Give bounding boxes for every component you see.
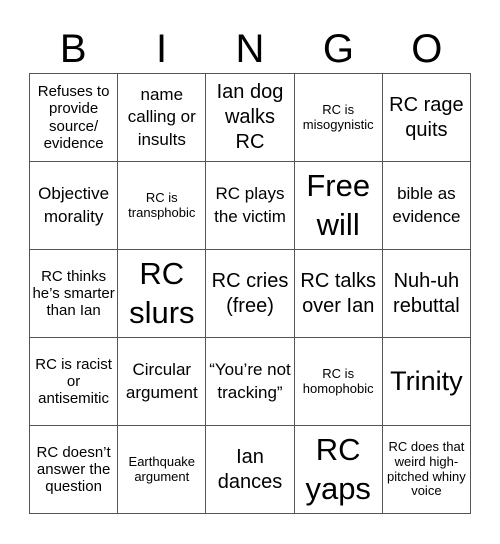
header-letter-i: I	[156, 27, 168, 71]
bingo-cell-r3-c2[interactable]: RC slurs	[118, 250, 207, 338]
bingo-cell-r2-c5[interactable]: bible as evidence	[382, 162, 471, 250]
cell-text: RC cries (free)	[211, 269, 289, 317]
cell-text: name calling or insults	[127, 85, 196, 149]
header-letter-o: O	[411, 27, 443, 71]
cell-text: RC does that weird high-pitched whiny vo…	[387, 438, 466, 499]
cell-text: RC doesn’t answer the question	[36, 443, 111, 496]
cell-text: RC plays the victim	[214, 184, 286, 226]
cell-text: RC thinks he’s smarter than Ian	[32, 267, 115, 320]
bingo-cell-r2-c2[interactable]: RC is transphobic	[118, 162, 207, 250]
bingo-cell-r4-c2[interactable]: Circular argument	[118, 338, 207, 426]
cell-text: Nuh-uh rebuttal	[393, 269, 460, 317]
cell-text: Free will	[306, 167, 371, 242]
bingo-cell-r5-c2[interactable]: Earthquake argument	[118, 426, 207, 514]
cell-text: Circular argument	[125, 360, 198, 402]
bingo-cell-r4-c5[interactable]: Trinity	[382, 338, 471, 426]
header-letter-n: N	[235, 27, 265, 71]
header-letter-b: B	[59, 27, 87, 71]
bingo-cell-r1-c5[interactable]: RC rage quits	[382, 74, 471, 162]
cell-text: RC is homophobic	[302, 365, 374, 396]
bingo-cell-r3-c1[interactable]: RC thinks he’s smarter than Ian	[30, 250, 119, 338]
bingo-cell-r3-c3-free-space[interactable]: RC cries (free)	[206, 250, 295, 338]
bingo-cell-r4-c3[interactable]: “You’re not tracking”	[206, 338, 295, 426]
bingo-cell-r5-c5[interactable]: RC does that weird high-pitched whiny vo…	[382, 426, 471, 514]
cell-text: RC is misogynistic	[302, 101, 374, 132]
cell-text: Earthquake argument	[128, 453, 196, 484]
bingo-cell-r2-c1[interactable]: Objective morality	[30, 162, 119, 250]
bingo-header: B I N G O	[29, 24, 471, 74]
bingo-cell-r4-c1[interactable]: RC is racist or antisemitic	[30, 338, 119, 426]
cell-text: RC is racist or antisemitic	[35, 355, 112, 408]
cell-text: Trinity	[390, 365, 463, 396]
bingo-cell-r1-c2[interactable]: name calling or insults	[118, 74, 207, 162]
bingo-cell-r3-c5[interactable]: Nuh-uh rebuttal	[382, 250, 471, 338]
bingo-cell-r5-c1[interactable]: RC doesn’t answer the question	[30, 426, 119, 514]
cell-text: bible as evidence	[392, 184, 461, 226]
cell-text: Ian dances	[217, 445, 283, 493]
header-letter-g: G	[322, 27, 354, 71]
cell-text: RC talks over Ian	[300, 269, 376, 317]
bingo-cell-r2-c4[interactable]: Free will	[294, 162, 383, 250]
bingo-cell-r1-c4[interactable]: RC is misogynistic	[294, 74, 383, 162]
cell-text: Refuses to provide source/ evidence	[37, 83, 110, 152]
bingo-cell-r3-c4[interactable]: RC talks over Ian	[294, 250, 383, 338]
cell-text: RC slurs	[129, 255, 195, 330]
cell-text: “You’re not tracking”	[209, 360, 291, 402]
bingo-cell-r5-c3[interactable]: Ian dances	[206, 426, 295, 514]
bingo-cell-r1-c1[interactable]: Refuses to provide source/ evidence	[30, 74, 119, 162]
bingo-cell-r5-c4[interactable]: RC yaps	[294, 426, 383, 514]
bingo-cell-r2-c3[interactable]: RC plays the victim	[206, 162, 295, 250]
cell-text: Objective morality	[38, 184, 110, 226]
cell-text: Ian dog walks RC	[216, 81, 284, 153]
bingo-board: Refuses to provide source/ evidence name…	[29, 73, 471, 514]
bingo-cell-r1-c3[interactable]: Ian dog walks RC	[206, 74, 295, 162]
cell-text: RC yaps	[305, 431, 371, 506]
cell-text: RC rage quits	[389, 93, 464, 141]
cell-text: RC is transphobic	[128, 189, 196, 220]
bingo-cell-r4-c4[interactable]: RC is homophobic	[294, 338, 383, 426]
